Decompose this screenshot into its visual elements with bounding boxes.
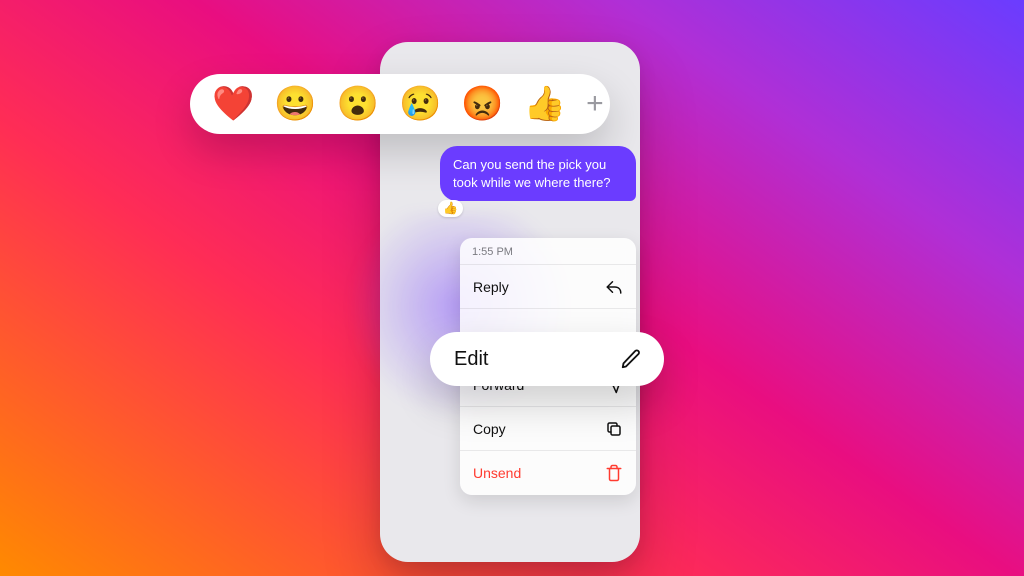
- reaction-heart[interactable]: ❤️: [212, 87, 254, 121]
- menu-item-label: Copy: [473, 421, 506, 437]
- message-text: Can you send the pick you took while we …: [453, 157, 611, 190]
- message[interactable]: Can you send the pick you took while we …: [440, 146, 636, 201]
- reaction-thumbsup[interactable]: 👍: [524, 87, 566, 121]
- menu-item-label: Edit: [454, 348, 488, 371]
- phone-frame: ❤️ 😀 😮 😢 😡 👍 + Can you send the pick you…: [380, 42, 640, 562]
- reaction-bar: ❤️ 😀 😮 😢 😡 👍 +: [190, 74, 610, 134]
- message-bubble: Can you send the pick you took while we …: [440, 146, 636, 201]
- gradient-background: ❤️ 😀 😮 😢 😡 👍 + Can you send the pick you…: [0, 0, 1024, 576]
- reaction-add-button[interactable]: +: [586, 87, 604, 121]
- pencil-icon: [620, 348, 642, 370]
- menu-item-unsend[interactable]: Unsend: [460, 451, 636, 495]
- menu-item-label: Reply: [473, 279, 509, 295]
- reaction-openmouth[interactable]: 😮: [337, 87, 379, 121]
- reaction-grin[interactable]: 😀: [274, 87, 316, 121]
- menu-item-reply[interactable]: Reply: [460, 265, 636, 309]
- message-reaction-badge[interactable]: 👍: [438, 200, 463, 217]
- reply-icon: [605, 278, 623, 296]
- copy-icon: [605, 420, 623, 438]
- menu-item-copy[interactable]: Copy: [460, 407, 636, 451]
- reaction-cry[interactable]: 😢: [399, 87, 441, 121]
- menu-item-edit[interactable]: Edit: [430, 332, 664, 386]
- reaction-angry[interactable]: 😡: [461, 87, 503, 121]
- trash-icon: [605, 464, 623, 482]
- menu-item-label: Unsend: [473, 465, 521, 481]
- context-menu-timestamp: 1:55 PM: [460, 238, 636, 265]
